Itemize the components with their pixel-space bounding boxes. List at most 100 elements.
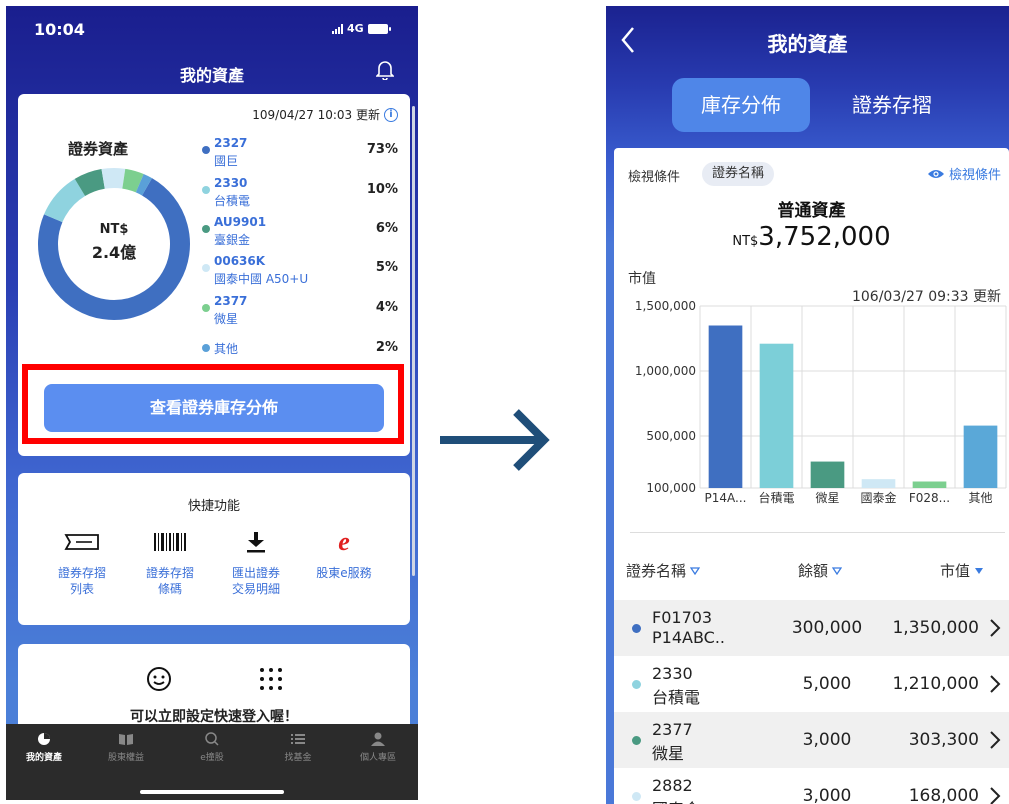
table-row[interactable]: 2882 國泰金 3,000 168,000 (614, 768, 1009, 804)
row-dot (632, 736, 641, 745)
quick-label-line: 證券存摺 (145, 566, 194, 580)
tab-bar: 我的資產 股東權益 e撞股 找基金 個人專區 (6, 724, 418, 800)
battery-icon (367, 23, 391, 34)
y-tick-label: 1,500,000 (635, 299, 696, 313)
sort-down-outline-icon (832, 566, 843, 575)
phone-screen-left: 10:04 4G 我的資產 109/04/27 10:03 更新 i 證券資產 … (6, 6, 418, 800)
update-time-text: 109/04/27 10:03 更新 (252, 108, 380, 122)
legend-code: 2327 (214, 136, 248, 150)
legend-name: 國泰中國 A50+U (214, 272, 309, 286)
tab-shareholder[interactable]: 股東權益 (92, 732, 160, 763)
legend-name: 微星 (214, 312, 239, 326)
legend-item[interactable]: 2330 台積電 10% (198, 176, 398, 210)
legend-dot (202, 304, 210, 312)
bar (963, 425, 998, 488)
info-icon[interactable]: i (384, 107, 398, 122)
transition-arrow-icon (440, 409, 550, 471)
legend-pct: 4% (375, 300, 398, 315)
chevron-right-icon (990, 619, 1001, 637)
y-tick-label: 100,000 (646, 481, 696, 495)
bell-icon[interactable] (376, 60, 394, 80)
status-indicators: 4G (332, 22, 391, 35)
row-name: 國泰金 (652, 796, 700, 804)
bar (861, 479, 896, 488)
y-tick-label: 500,000 (646, 429, 696, 443)
divider (630, 532, 1005, 533)
view-filter-link[interactable]: 檢視條件 (927, 164, 1001, 183)
signal-icon (332, 23, 343, 34)
tab-personal[interactable]: 個人專區 (344, 732, 412, 763)
legend-item[interactable]: 2327 國巨 73% (198, 136, 398, 170)
table-row[interactable]: 2330 台積電 5,000 1,210,000 (614, 656, 1009, 712)
legend-item[interactable]: 其他 2% (198, 334, 398, 368)
quick-label-line: 證券存摺 (57, 566, 106, 580)
filter-chip[interactable]: 證券名稱 (702, 162, 775, 186)
tab-label: e撞股 (200, 753, 224, 763)
bar (759, 343, 794, 488)
legend-code: 2330 (214, 176, 248, 190)
row-market-value: 1,350,000 (892, 618, 979, 638)
table-row[interactable]: F01703 P14ABC.. 300,000 1,350,000 (614, 600, 1009, 656)
quick-label-line: 條碼 (157, 582, 182, 596)
page-title: 我的資產 (179, 66, 244, 85)
legend-item[interactable]: 2377 微星 4% (198, 294, 398, 328)
chart-ylabel: 市值 (628, 271, 656, 287)
download-icon[interactable] (236, 531, 276, 553)
tab-securities-passbook[interactable]: 證券存摺 (832, 78, 952, 132)
update-time: 109/04/27 10:03 更新 i (252, 106, 398, 123)
donut-center: NT$ 2.4億 (32, 222, 196, 263)
y-tick-label: 1,000,000 (635, 364, 696, 378)
legend-pct: 73% (366, 142, 398, 157)
total-title: 普通資產 (777, 201, 846, 221)
quick-item-e-service[interactable]: 股東e服務 (304, 565, 384, 581)
tab-label: 個人專區 (359, 753, 396, 763)
tab-fund[interactable]: 找基金 (264, 732, 332, 763)
search-chart-icon (205, 732, 219, 746)
bar (708, 325, 743, 488)
column-header-label: 證券名稱 (626, 562, 687, 580)
row-balance: 3,000 (802, 786, 852, 804)
legend-pct: 5% (375, 260, 398, 275)
pie-icon (38, 733, 50, 745)
e-service-icon[interactable]: e (324, 531, 364, 553)
tab-inventory-distribution[interactable]: 庫存分佈 (672, 78, 810, 132)
row-balance: 5,000 (802, 674, 852, 694)
row-balance: 300,000 (791, 618, 863, 638)
pin-grid-icon (260, 668, 282, 690)
quick-item-passbook-barcode[interactable]: 證券存摺 條碼 (130, 565, 210, 597)
market-value-bar-chart: 1,500,000 1,000,000 500,000 100,000 P14A... 台… (635, 299, 1007, 505)
legend-item[interactable]: AU9901 臺銀金 6% (198, 215, 398, 249)
barcode-icon[interactable] (150, 531, 190, 553)
network-label: 4G (347, 22, 364, 35)
legend-dot (202, 264, 210, 272)
passbook-icon[interactable] (62, 531, 102, 553)
section-title: 證券資產 (68, 140, 129, 158)
legend-dot (202, 146, 210, 154)
scrollbar[interactable] (412, 106, 415, 576)
filter-label: 檢視條件 (628, 170, 681, 185)
column-header-balance[interactable]: 餘額 (798, 560, 843, 581)
column-header-market-value[interactable]: 市值 (940, 560, 984, 581)
x-tick-label: F028... (909, 491, 950, 505)
legend-code: 2377 (214, 294, 248, 308)
table-row[interactable]: 2377 微星 3,000 303,300 (614, 712, 1009, 768)
column-header-name[interactable]: 證券名稱 (626, 560, 701, 581)
tab-e-stock[interactable]: e撞股 (178, 732, 246, 763)
legend-item[interactable]: 00636K 國泰中國 A50+U 5% (198, 254, 398, 288)
quick-item-export[interactable]: 匯出證券 交易明細 (216, 565, 296, 597)
quick-label-line: 列表 (69, 582, 94, 596)
highlight-frame (22, 364, 404, 444)
quick-item-passbook-list[interactable]: 證券存摺 列表 (42, 565, 122, 597)
chevron-right-icon (990, 787, 1001, 804)
legend-dot (202, 225, 210, 233)
legend-pct: 2% (375, 340, 398, 355)
quick-title: 快捷功能 (187, 499, 240, 514)
row-dot (632, 680, 641, 689)
donut-value: 2.4億 (91, 243, 137, 262)
legend-pct: 6% (375, 221, 398, 236)
tab-my-assets[interactable]: 我的資產 (10, 732, 78, 763)
eye-icon (927, 169, 944, 178)
column-header-label: 餘額 (798, 562, 829, 580)
legend-pct: 10% (366, 182, 398, 197)
tab-label: 找基金 (284, 753, 312, 763)
